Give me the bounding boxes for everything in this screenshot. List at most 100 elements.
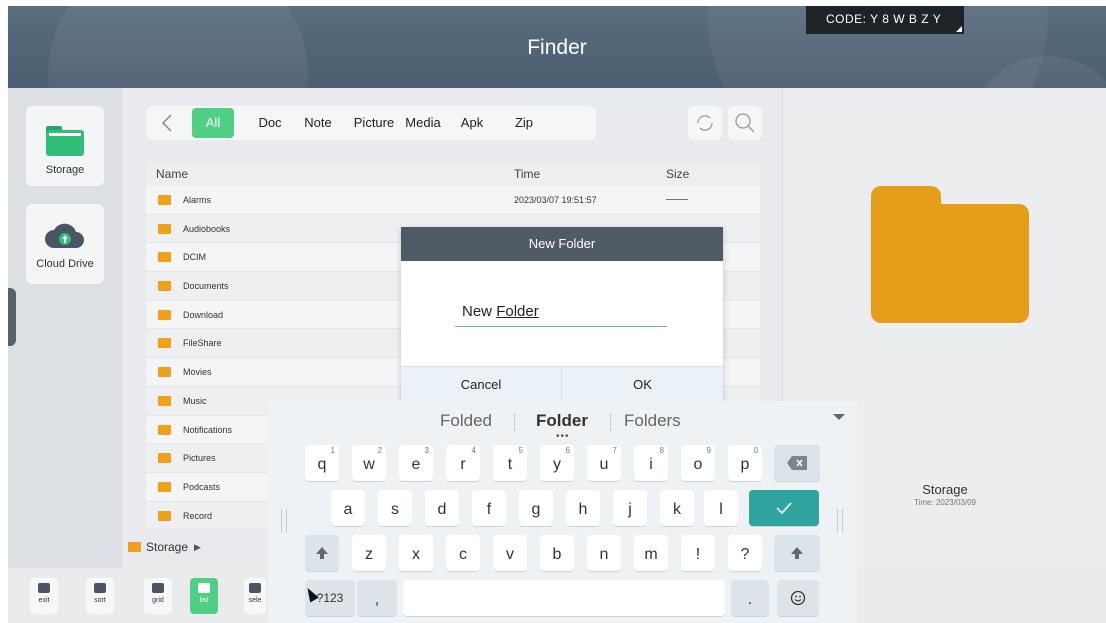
key-x[interactable]: x — [399, 535, 433, 571]
key-p[interactable]: 0p — [728, 445, 762, 481]
chevron-left-icon — [161, 114, 172, 132]
keyboard-drag-handle[interactable] — [281, 509, 287, 533]
file-row-alarms[interactable]: Alarms 2023/03/07 19:51:57 — [146, 186, 760, 215]
key-f[interactable]: f — [472, 490, 506, 526]
breadcrumb-label: Storage — [146, 540, 189, 554]
onscreen-keyboard: Folded Folder ••• Folders 1q 2w 3e 4r 5t… — [268, 401, 857, 623]
key-question[interactable]: ? — [728, 535, 762, 571]
sort-label: sort — [94, 597, 106, 604]
key-z[interactable]: z — [352, 535, 386, 571]
collapse-keyboard-icon[interactable] — [833, 414, 845, 420]
key-j[interactable]: j — [613, 490, 647, 526]
key-k[interactable]: k — [660, 490, 694, 526]
file-name: Documents — [183, 281, 229, 292]
dialog-actions: Cancel OK — [401, 366, 723, 402]
breadcrumb[interactable]: Storage ▶ — [128, 540, 201, 554]
key-n[interactable]: n — [587, 535, 621, 571]
key-v[interactable]: v — [493, 535, 527, 571]
file-time: 2023/03/07 19:51:57 — [514, 195, 597, 205]
key-m[interactable]: m — [634, 535, 668, 571]
tab-zip[interactable]: Zip — [506, 106, 542, 140]
shift-icon — [316, 547, 328, 559]
folder-icon — [158, 424, 171, 435]
key-u[interactable]: 7u — [587, 445, 621, 481]
emoji-key[interactable] — [777, 580, 819, 616]
column-time: Time — [514, 167, 541, 181]
folder-name-input[interactable]: New Folder — [455, 303, 667, 327]
code-badge: CODE: Y 8 W B Z Y — [806, 6, 964, 34]
keyboard-drag-handle[interactable] — [837, 509, 843, 533]
tab-note[interactable]: Note — [298, 106, 338, 140]
sidebar-item-cloud-drive[interactable]: Cloud Drive — [26, 204, 104, 284]
file-name: DCIM — [183, 252, 206, 263]
cloud-upload-icon — [45, 223, 84, 248]
back-button[interactable] — [154, 110, 180, 136]
folder-icon — [158, 195, 171, 205]
grid-button[interactable]: grid — [144, 578, 172, 614]
key-o[interactable]: 9o — [681, 445, 715, 481]
backspace-key[interactable] — [774, 445, 820, 481]
select-button[interactable]: sele — [244, 578, 266, 614]
search-button[interactable] — [728, 106, 762, 140]
side-drawer-handle[interactable] — [8, 288, 16, 346]
exit-button[interactable]: exit — [30, 578, 58, 614]
key-b[interactable]: b — [540, 535, 574, 571]
comma-key[interactable]: , — [357, 580, 397, 616]
key-l[interactable]: l — [704, 490, 738, 526]
suggestion-folder[interactable]: Folder — [536, 411, 588, 431]
sidebar-item-storage[interactable]: Storage — [26, 106, 104, 186]
shift-key-left[interactable] — [305, 535, 339, 571]
list-label: list — [199, 597, 209, 604]
filter-tabbar: All Doc Note Picture Media Apk Zip — [146, 106, 596, 140]
folder-icon — [158, 223, 171, 234]
key-g[interactable]: g — [519, 490, 553, 526]
shift-key-right[interactable] — [774, 535, 820, 571]
key-i[interactable]: 8i — [634, 445, 668, 481]
period-key[interactable]: . — [731, 580, 769, 616]
tab-picture[interactable]: Picture — [344, 106, 404, 140]
folder-icon — [46, 126, 84, 156]
sidebar: Storage Cloud Drive — [8, 88, 122, 568]
key-e[interactable]: 3e — [399, 445, 433, 481]
tab-media[interactable]: Media — [398, 106, 448, 140]
folder-icon — [158, 309, 171, 320]
key-d[interactable]: d — [425, 490, 459, 526]
key-s[interactable]: s — [378, 490, 412, 526]
key-a[interactable]: a — [331, 490, 365, 526]
tab-all[interactable]: All — [192, 108, 234, 138]
column-name: Name — [156, 167, 189, 181]
file-name: Movies — [183, 367, 212, 378]
app-title: Finder — [527, 36, 587, 59]
key-c[interactable]: c — [446, 535, 480, 571]
folder-icon — [158, 510, 171, 521]
code-text: CODE: Y 8 W B Z Y — [826, 12, 942, 26]
enter-key[interactable] — [749, 490, 819, 526]
refresh-button[interactable] — [688, 106, 722, 140]
sort-button[interactable]: sort — [86, 578, 114, 614]
tab-doc[interactable]: Doc — [250, 106, 290, 140]
backspace-icon — [787, 456, 807, 470]
select-label: sele — [248, 597, 262, 604]
space-key[interactable] — [403, 580, 725, 616]
folder-icon — [158, 281, 171, 292]
key-t[interactable]: 5t — [493, 445, 527, 481]
folder-icon — [128, 542, 141, 552]
size-dash — [666, 199, 688, 200]
sidebar-item-label: Cloud Drive — [36, 258, 94, 270]
ok-button[interactable]: OK — [562, 367, 723, 402]
key-exclamation[interactable]: ! — [681, 535, 715, 571]
app-header: Finder CODE: Y 8 W B Z Y — [8, 6, 1106, 88]
list-icon — [198, 583, 210, 593]
key-r[interactable]: 4r — [446, 445, 480, 481]
exit-icon — [38, 583, 50, 593]
key-q[interactable]: 1q — [305, 445, 339, 481]
cancel-button[interactable]: Cancel — [401, 367, 562, 402]
list-button[interactable]: list — [190, 578, 218, 614]
folder-icon — [158, 367, 171, 378]
key-y[interactable]: 6y — [540, 445, 574, 481]
tab-apk[interactable]: Apk — [454, 106, 490, 140]
key-w[interactable]: 2w — [352, 445, 386, 481]
suggestion-folders[interactable]: Folders — [624, 411, 681, 431]
key-h[interactable]: h — [566, 490, 600, 526]
suggestion-folded[interactable]: Folded — [440, 411, 492, 431]
